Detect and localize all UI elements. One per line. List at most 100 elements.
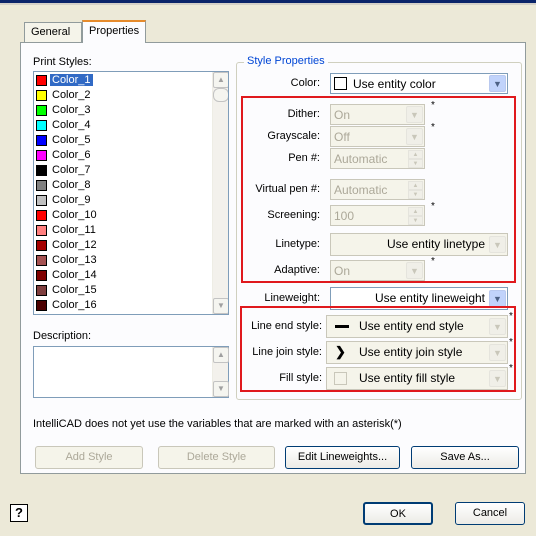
- linetype-combo[interactable]: Use entity linetype ▼: [330, 233, 508, 256]
- scroll-down-arrow-icon[interactable]: ▼: [213, 381, 229, 397]
- list-item[interactable]: Color_13: [36, 254, 206, 266]
- color-swatch: [36, 300, 47, 311]
- grayscale-label: Grayscale:: [267, 130, 320, 142]
- virtual-pen-label: Virtual pen #:: [255, 183, 320, 195]
- chevron-down-icon[interactable]: ▼: [489, 290, 506, 307]
- ok-button[interactable]: OK: [363, 502, 433, 525]
- screening-value: 100: [334, 209, 355, 223]
- color-swatch: [36, 75, 47, 86]
- list-item[interactable]: Color_14: [36, 269, 206, 281]
- spin-down-icon[interactable]: ▼: [408, 216, 423, 225]
- list-item[interactable]: Color_1: [36, 74, 206, 86]
- cancel-button[interactable]: Cancel: [455, 502, 525, 525]
- color-swatch: [36, 120, 47, 131]
- dither-asterisk: *: [431, 100, 435, 111]
- fill-value: Use entity fill style: [359, 371, 456, 385]
- dither-value: On: [334, 108, 351, 122]
- color-swatch: [36, 195, 47, 206]
- tab-properties[interactable]: Properties: [82, 20, 146, 43]
- chevron-down-icon[interactable]: ▼: [489, 370, 506, 387]
- virtual-pen-spinner[interactable]: Automatic ▲ ▼: [330, 179, 425, 200]
- color-swatch: [36, 90, 47, 101]
- list-item-label: Color_9: [52, 194, 91, 206]
- scroll-down-arrow-icon[interactable]: ▼: [213, 298, 228, 314]
- line-end-combo[interactable]: Use entity end style ▼: [326, 315, 508, 338]
- list-item[interactable]: Color_5: [36, 134, 206, 146]
- chevron-down-icon[interactable]: ▼: [489, 344, 506, 361]
- list-item-label: Color_1: [50, 74, 93, 86]
- line-join-value: Use entity join style: [359, 345, 463, 359]
- delete-style-button[interactable]: Delete Style: [158, 446, 275, 469]
- list-item[interactable]: Color_12: [36, 239, 206, 251]
- screening-spinner[interactable]: 100 ▲ ▼: [330, 205, 425, 226]
- chevron-down-icon[interactable]: ▼: [489, 318, 506, 335]
- spin-up-icon[interactable]: ▲: [408, 207, 423, 216]
- chevron-down-icon[interactable]: ▼: [406, 262, 423, 279]
- save-as-button[interactable]: Save As...: [411, 446, 519, 469]
- linetype-label: Linetype:: [275, 238, 320, 250]
- spin-up-icon[interactable]: ▲: [408, 150, 423, 159]
- grayscale-value: Off: [334, 130, 350, 144]
- description-scrollbar[interactable]: ▲ ▼: [212, 347, 229, 397]
- chevron-down-icon[interactable]: ▼: [406, 106, 423, 123]
- list-item[interactable]: Color_10: [36, 209, 206, 221]
- fill-combo[interactable]: Use entity fill style ▼: [326, 367, 508, 390]
- adaptive-asterisk: *: [431, 256, 435, 267]
- list-item-label: Color_6: [52, 149, 91, 161]
- virtual-pen-value: Automatic: [334, 183, 388, 197]
- color-swatch: [36, 105, 47, 116]
- list-item[interactable]: Color_6: [36, 149, 206, 161]
- list-item-label: Color_15: [52, 284, 97, 296]
- add-style-button[interactable]: Add Style: [35, 446, 143, 469]
- list-item-label: Color_10: [52, 209, 97, 221]
- lineweight-label: Lineweight:: [264, 292, 320, 304]
- scroll-up-arrow-icon[interactable]: ▲: [213, 347, 229, 363]
- fill-asterisk: *: [509, 363, 513, 374]
- grayscale-combo[interactable]: Off ▼: [330, 126, 425, 147]
- list-item[interactable]: Color_8: [36, 179, 206, 191]
- color-swatch: [36, 255, 47, 266]
- list-item-label: Color_16: [52, 299, 97, 311]
- pen-spinner[interactable]: Automatic ▲ ▼: [330, 148, 425, 169]
- screening-asterisk: *: [431, 201, 435, 212]
- color-combo[interactable]: Use entity color ▼: [330, 73, 508, 94]
- spin-up-icon[interactable]: ▲: [408, 181, 423, 190]
- list-scrollbar[interactable]: ▲ ▼: [212, 72, 228, 314]
- fill-swatch: [334, 372, 347, 385]
- color-swatch: [36, 285, 47, 296]
- print-styles-label: Print Styles:: [33, 56, 92, 68]
- fill-label: Fill style:: [279, 372, 322, 384]
- line-join-combo[interactable]: ❯ Use entity join style ▼: [326, 341, 508, 364]
- list-item-label: Color_4: [52, 119, 91, 131]
- list-item-label: Color_5: [52, 134, 91, 146]
- adaptive-combo[interactable]: On ▼: [330, 260, 425, 281]
- list-item[interactable]: Color_4: [36, 119, 206, 131]
- chevron-down-icon[interactable]: ▼: [406, 128, 423, 145]
- tab-general[interactable]: General: [24, 22, 82, 42]
- list-item[interactable]: Color_7: [36, 164, 206, 176]
- description-field[interactable]: ▲ ▼: [33, 346, 229, 398]
- spin-down-icon[interactable]: ▼: [408, 159, 423, 168]
- spin-down-icon[interactable]: ▼: [408, 190, 423, 199]
- scroll-up-arrow-icon[interactable]: ▲: [213, 72, 228, 88]
- list-item[interactable]: Color_16: [36, 299, 206, 311]
- list-item-label: Color_2: [52, 89, 91, 101]
- list-item-label: Color_7: [52, 164, 91, 176]
- color-swatch: [36, 135, 47, 146]
- style-properties-title: Style Properties: [244, 55, 328, 67]
- chevron-down-icon[interactable]: ▼: [489, 236, 506, 253]
- list-item[interactable]: Color_2: [36, 89, 206, 101]
- description-label: Description:: [33, 330, 92, 342]
- list-item[interactable]: Color_15: [36, 284, 206, 296]
- edit-lineweights-button[interactable]: Edit Lineweights...: [285, 446, 400, 469]
- help-icon[interactable]: ?: [10, 504, 28, 522]
- list-item[interactable]: Color_11: [36, 224, 206, 236]
- dither-combo[interactable]: On ▼: [330, 104, 425, 125]
- line-end-asterisk: *: [509, 311, 513, 322]
- print-styles-list[interactable]: Color_1 Color_2 Color_3 Color_4 Color_5 Color…: [33, 71, 229, 315]
- list-item[interactable]: Color_3: [36, 104, 206, 116]
- chevron-down-icon[interactable]: ▼: [489, 75, 506, 92]
- scroll-thumb[interactable]: [213, 88, 228, 102]
- list-item-label: Color_14: [52, 269, 97, 281]
- list-item[interactable]: Color_9: [36, 194, 206, 206]
